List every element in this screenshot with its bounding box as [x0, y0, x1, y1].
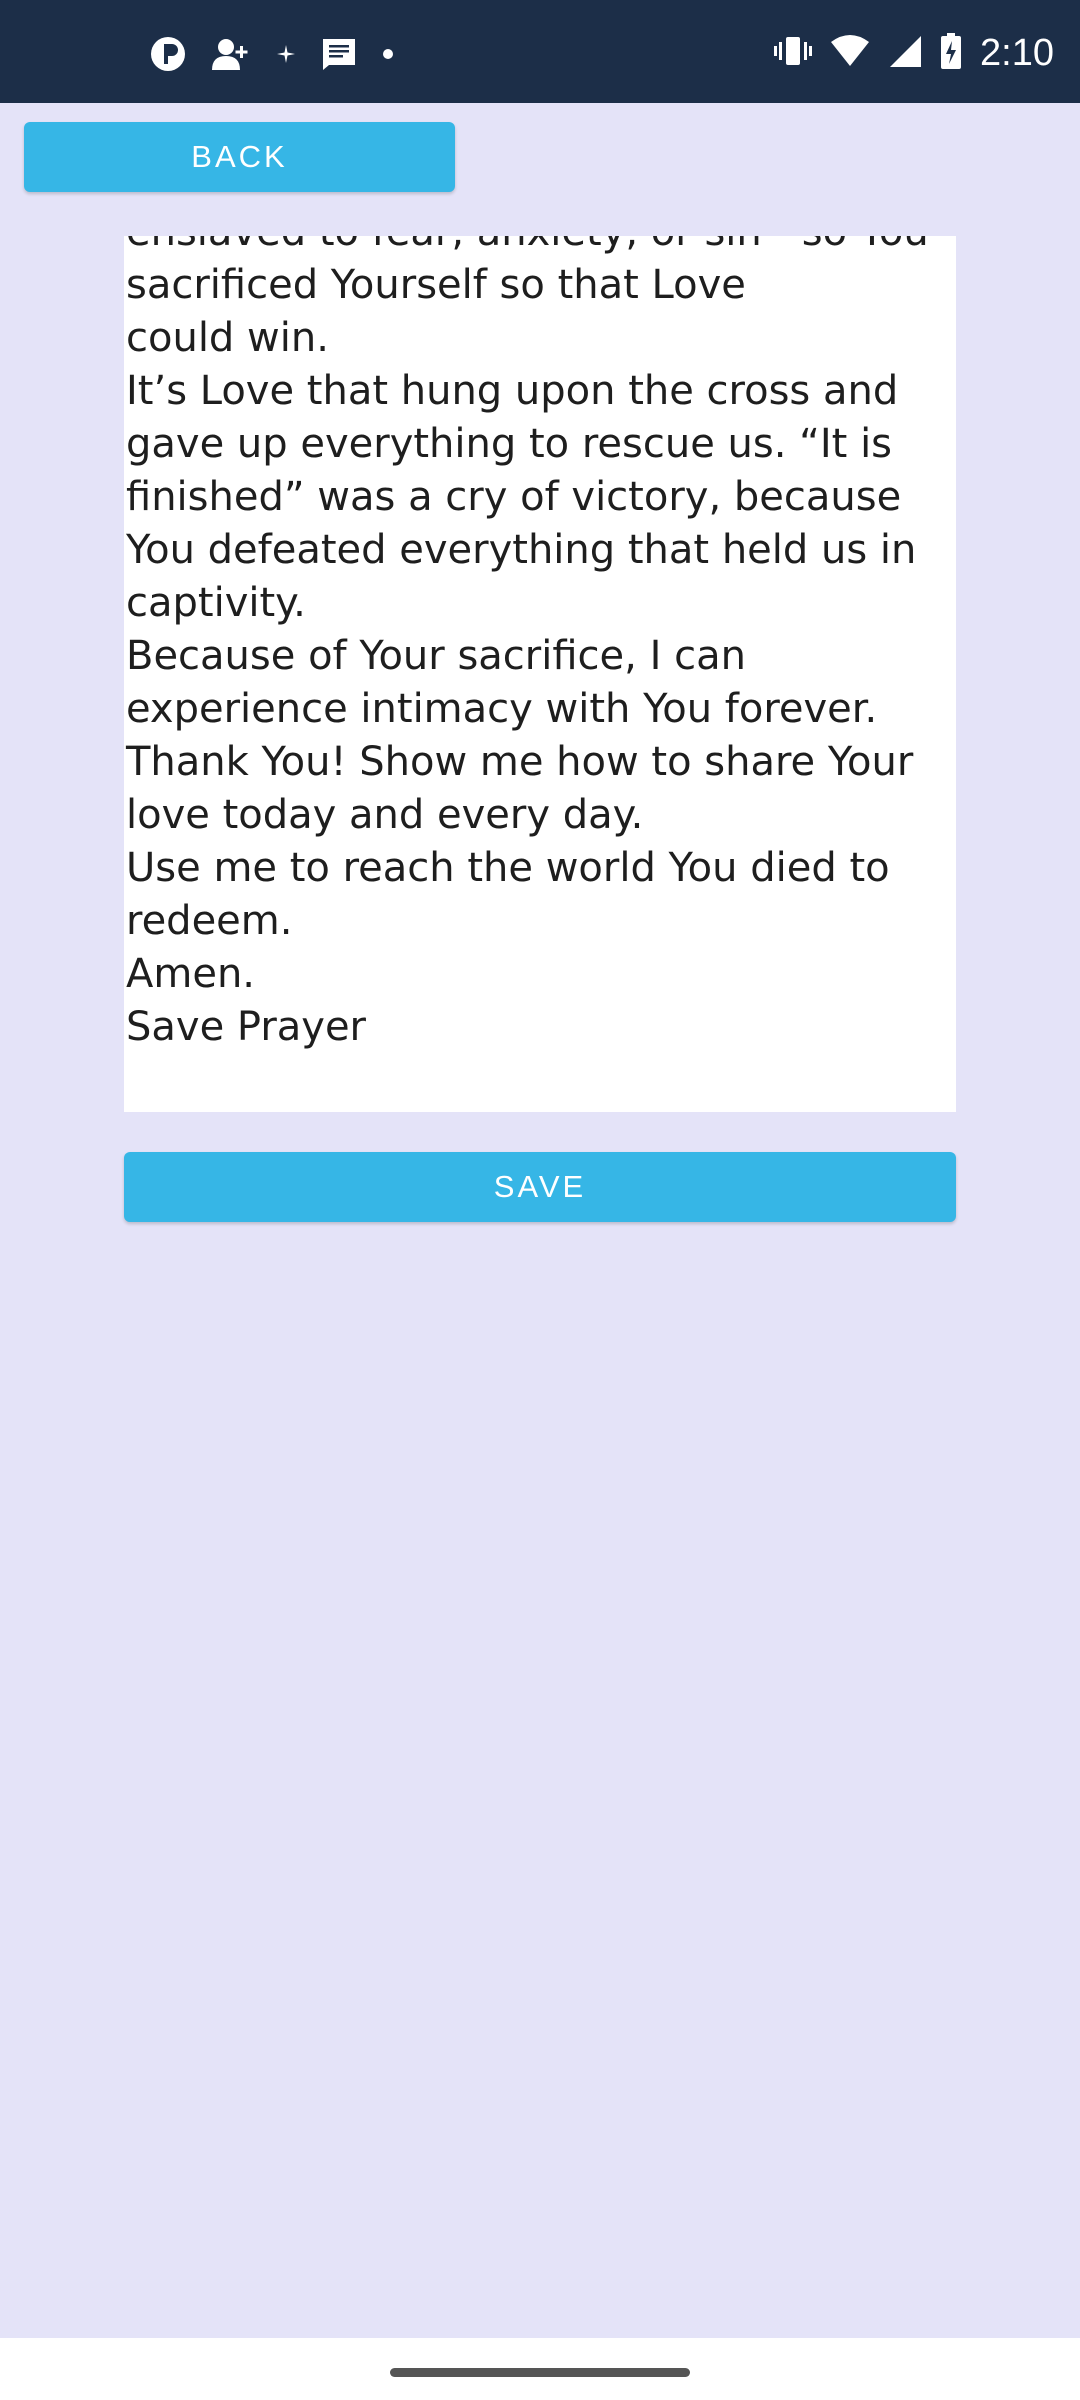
sparkle-icon [276, 44, 296, 69]
notification-icons [150, 36, 394, 76]
add-contact-icon [212, 36, 250, 77]
system-icons: 2:10 [774, 30, 1054, 76]
vibrate-icon [774, 34, 813, 73]
clock: 2:10 [980, 31, 1054, 74]
prayer-text: enslaved to fear, anxiety, or sin—so You… [126, 236, 944, 1054]
prayer-line: finished” was a cry of victory, because [126, 474, 902, 520]
prayer-text-area[interactable]: enslaved to fear, anxiety, or sin—so You… [124, 236, 956, 1112]
home-gesture-handle[interactable] [390, 2368, 690, 2377]
more-notifications-dot [382, 47, 394, 65]
prayer-line: sacrificed Yourself so that Love [126, 262, 746, 308]
wifi-icon [830, 34, 870, 73]
message-icon [322, 38, 356, 75]
battery-charging-icon [940, 32, 962, 74]
back-button[interactable]: BACK [24, 122, 455, 192]
prayer-line: Use me to reach the world You died to [126, 845, 890, 891]
prayer-line: Because of Your sacrifice, I can [126, 633, 746, 679]
prayer-line: captivity. [126, 580, 306, 626]
prayer-line: could win. [126, 315, 329, 361]
prayer-line: It’s Love that hung upon the cross and [126, 368, 899, 414]
prayer-line: redeem. [126, 898, 293, 944]
status-bar: 2:10 [0, 0, 1080, 103]
navigation-bar [0, 2338, 1080, 2400]
prayer-line: gave up everything to rescue us. “It is [126, 421, 893, 467]
app-notification-icon [150, 36, 186, 77]
prayer-line: enslaved to fear, anxiety, or sin—so You [126, 236, 944, 259]
prayer-line: You defeated everything that held us in [126, 527, 917, 573]
prayer-line: Save Prayer [126, 1004, 366, 1050]
prayer-line: love today and every day. [126, 792, 644, 838]
save-button[interactable]: SAVE [124, 1152, 956, 1222]
prayer-line: Amen. [126, 951, 256, 997]
prayer-line: experience intimacy with You forever. [126, 686, 878, 732]
cellular-signal-icon [888, 34, 922, 73]
prayer-line: Thank You! Show me how to share Your [126, 739, 914, 785]
